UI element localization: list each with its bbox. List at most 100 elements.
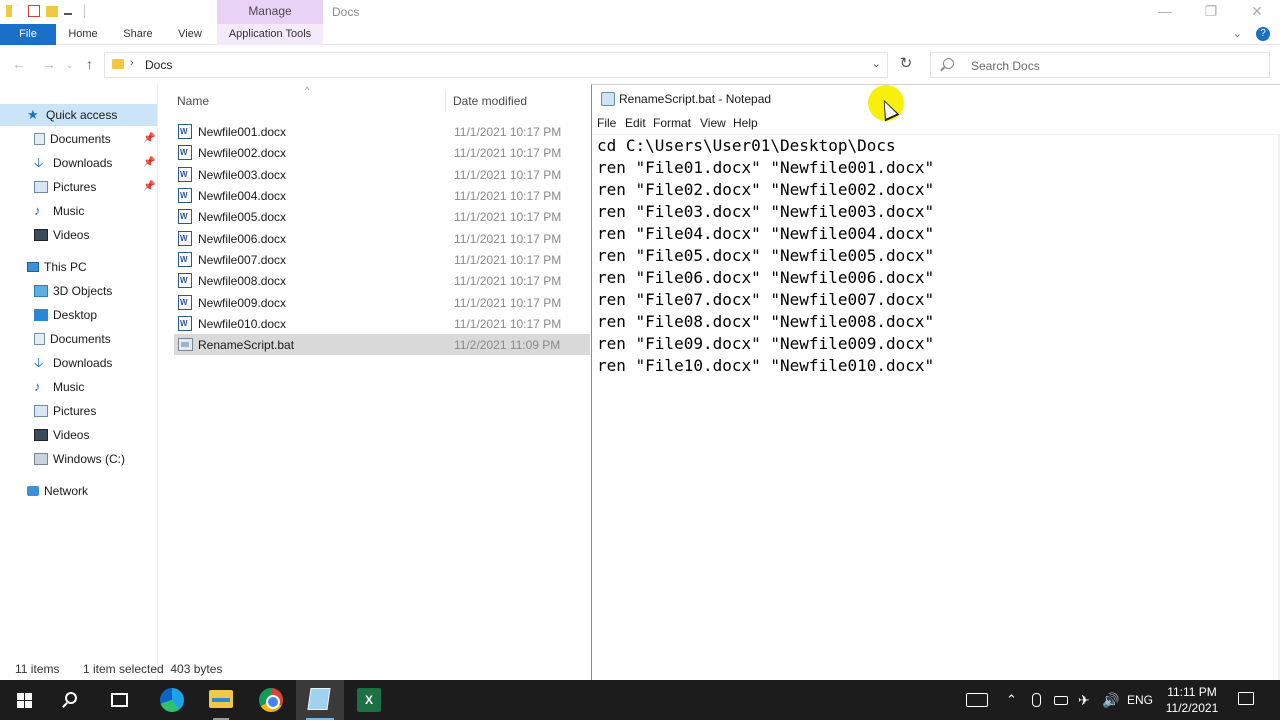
new-folder-icon[interactable] xyxy=(46,5,58,17)
excel-button[interactable]: X xyxy=(345,680,393,720)
recent-locations-chevron-icon[interactable]: ⌄ xyxy=(66,60,74,71)
system-clock[interactable]: 11:11 PM 11/2/2021 xyxy=(1160,684,1224,716)
sidebar-item-network[interactable]: Network xyxy=(27,480,88,502)
back-arrow-icon[interactable]: ← xyxy=(12,56,26,72)
search-button[interactable] xyxy=(48,680,96,720)
forward-arrow-icon[interactable]: → xyxy=(42,56,56,72)
breadcrumb-chevron-icon[interactable]: › xyxy=(130,57,134,69)
sidebar-item-label: Documents xyxy=(50,332,111,346)
notepad-text-area[interactable]: cd C:\Users\User01\Desktop\Docs ren "Fil… xyxy=(592,134,1280,681)
search-box[interactable]: Search Docs xyxy=(930,52,1270,78)
up-arrow-icon[interactable]: ↑ xyxy=(86,56,93,72)
file-name: Newfile009.docx xyxy=(198,295,287,310)
expand-ribbon-chevron-icon[interactable]: ⌄ xyxy=(1233,27,1242,41)
file-explorer-button[interactable] xyxy=(197,680,245,720)
airplane-mode-icon[interactable]: ✈ xyxy=(1078,680,1090,720)
sidebar-item-desktop[interactable]: Desktop xyxy=(34,304,97,326)
tab-share[interactable]: Share xyxy=(112,24,164,45)
refresh-button[interactable]: ↻ xyxy=(892,52,920,78)
restore-button[interactable]: ❐ xyxy=(1188,0,1234,24)
file-date: 11/1/2021 10:17 PM xyxy=(454,273,562,288)
address-bar[interactable]: › Docs ⌄ xyxy=(104,52,888,78)
word-document-icon xyxy=(178,145,192,160)
sidebar-item-downloads[interactable]: 🡣 Downloads xyxy=(34,152,112,174)
table-row[interactable]: Newfile008.docx 11/1/2021 10:17 PM xyxy=(174,270,590,291)
sidebar-item-documents[interactable]: Documents xyxy=(34,128,111,150)
folder-icon[interactable] xyxy=(6,5,12,17)
sidebar-item-documents-pc[interactable]: Documents xyxy=(34,328,111,350)
table-row[interactable]: Newfile007.docx 11/1/2021 10:17 PM xyxy=(174,249,590,270)
close-button[interactable]: ✕ xyxy=(1234,0,1280,24)
task-view-button[interactable] xyxy=(96,680,144,720)
minimize-button[interactable]: — xyxy=(1142,0,1188,24)
show-hidden-icons-chevron-icon[interactable]: ⌃ xyxy=(1006,680,1017,720)
file-name: Newfile003.docx xyxy=(198,167,287,182)
sidebar-item-label: This PC xyxy=(44,260,87,274)
computer-icon xyxy=(27,262,39,272)
table-row[interactable]: Newfile004.docx 11/1/2021 10:17 PM xyxy=(174,185,590,206)
tab-application-tools[interactable]: Application Tools xyxy=(217,24,323,45)
sidebar-item-this-pc[interactable]: This PC xyxy=(27,256,87,278)
tab-home[interactable]: Home xyxy=(58,24,108,45)
column-header-name[interactable]: Name xyxy=(177,94,209,108)
file-date: 11/1/2021 10:17 PM xyxy=(454,209,562,224)
file-name: Newfile008.docx xyxy=(198,273,287,288)
pin-icon[interactable]: 📌 xyxy=(143,133,155,144)
battery-icon[interactable] xyxy=(1054,696,1068,705)
sidebar-item-3d-objects[interactable]: 3D Objects xyxy=(34,280,112,302)
notepad-taskbar-button[interactable] xyxy=(296,680,344,720)
breadcrumb-docs[interactable]: Docs xyxy=(145,58,172,72)
sidebar-item-music[interactable]: ♪ Music xyxy=(34,200,84,222)
table-row-selected[interactable]: RenameScript.bat 11/2/2021 11:09 PM xyxy=(174,334,590,355)
column-header-date-modified[interactable]: Date modified xyxy=(453,94,527,108)
file-date: 11/1/2021 10:17 PM xyxy=(454,316,562,331)
chrome-button[interactable] xyxy=(247,680,295,720)
table-row[interactable]: Newfile005.docx 11/1/2021 10:17 PM xyxy=(174,206,590,227)
table-row[interactable]: Newfile006.docx 11/1/2021 10:17 PM xyxy=(174,228,590,249)
sidebar-item-pictures[interactable]: Pictures xyxy=(34,176,96,198)
file-name: Newfile005.docx xyxy=(198,209,287,224)
menu-item-help[interactable]: Help xyxy=(733,116,758,130)
menu-item-edit[interactable]: Edit xyxy=(625,116,646,130)
sidebar-item-videos[interactable]: Videos xyxy=(34,224,89,246)
sidebar-item-quick-access[interactable]: ★ Quick access xyxy=(0,104,157,126)
pin-icon[interactable]: 📌 xyxy=(143,157,155,168)
sidebar-item-pictures-pc[interactable]: Pictures xyxy=(34,400,96,422)
volume-icon[interactable]: 🔊 xyxy=(1102,680,1119,720)
menu-item-view[interactable]: View xyxy=(700,116,726,130)
properties-checkbox-icon[interactable] xyxy=(28,5,40,17)
notepad-title-bar[interactable]: RenameScript.bat - Notepad xyxy=(592,85,1280,122)
menu-item-format[interactable]: Format xyxy=(653,116,691,130)
sidebar-item-downloads-pc[interactable]: 🡣 Downloads xyxy=(34,352,112,374)
microphone-icon[interactable] xyxy=(1032,693,1041,707)
navigation-pane-divider[interactable] xyxy=(157,84,158,680)
column-divider[interactable] xyxy=(445,90,446,112)
table-row[interactable]: Newfile001.docx 11/1/2021 10:17 PM xyxy=(174,121,590,142)
start-button[interactable] xyxy=(0,680,48,720)
download-arrow-icon: 🡣 xyxy=(34,155,44,170)
file-date: 11/1/2021 10:17 PM xyxy=(454,231,562,246)
help-icon[interactable]: ? xyxy=(1256,27,1270,41)
menu-item-file[interactable]: File xyxy=(597,116,616,130)
table-row[interactable]: Newfile003.docx 11/1/2021 10:17 PM xyxy=(174,164,590,185)
sidebar-item-videos-pc[interactable]: Videos xyxy=(34,424,89,446)
news-widget-icon[interactable] xyxy=(966,693,988,707)
text-line: ren "File08.docx" "Newfile008.docx" xyxy=(597,312,935,331)
input-language[interactable]: ENG xyxy=(1127,680,1153,720)
word-document-icon xyxy=(178,252,192,267)
pictures-icon xyxy=(34,181,48,193)
table-row[interactable]: Newfile009.docx 11/1/2021 10:17 PM xyxy=(174,292,590,313)
tab-view[interactable]: View xyxy=(166,24,214,45)
ribbon-right-controls: ⌄ ? xyxy=(1233,27,1270,41)
address-dropdown-chevron-icon[interactable]: ⌄ xyxy=(872,57,881,70)
customize-toolbar-chevron-icon[interactable] xyxy=(64,7,72,15)
sidebar-item-windows-c[interactable]: Windows (C:) xyxy=(34,448,125,470)
sidebar-item-music-pc[interactable]: ♪ Music xyxy=(34,376,84,398)
tab-file[interactable]: File xyxy=(0,24,56,45)
pin-icon[interactable]: 📌 xyxy=(143,181,155,192)
table-row[interactable]: Newfile010.docx 11/1/2021 10:17 PM xyxy=(174,313,590,334)
manage-tab[interactable]: Manage xyxy=(217,0,323,24)
notifications-icon[interactable] xyxy=(1238,692,1254,705)
table-row[interactable]: Newfile002.docx 11/1/2021 10:17 PM xyxy=(174,142,590,163)
edge-button[interactable] xyxy=(148,680,196,720)
